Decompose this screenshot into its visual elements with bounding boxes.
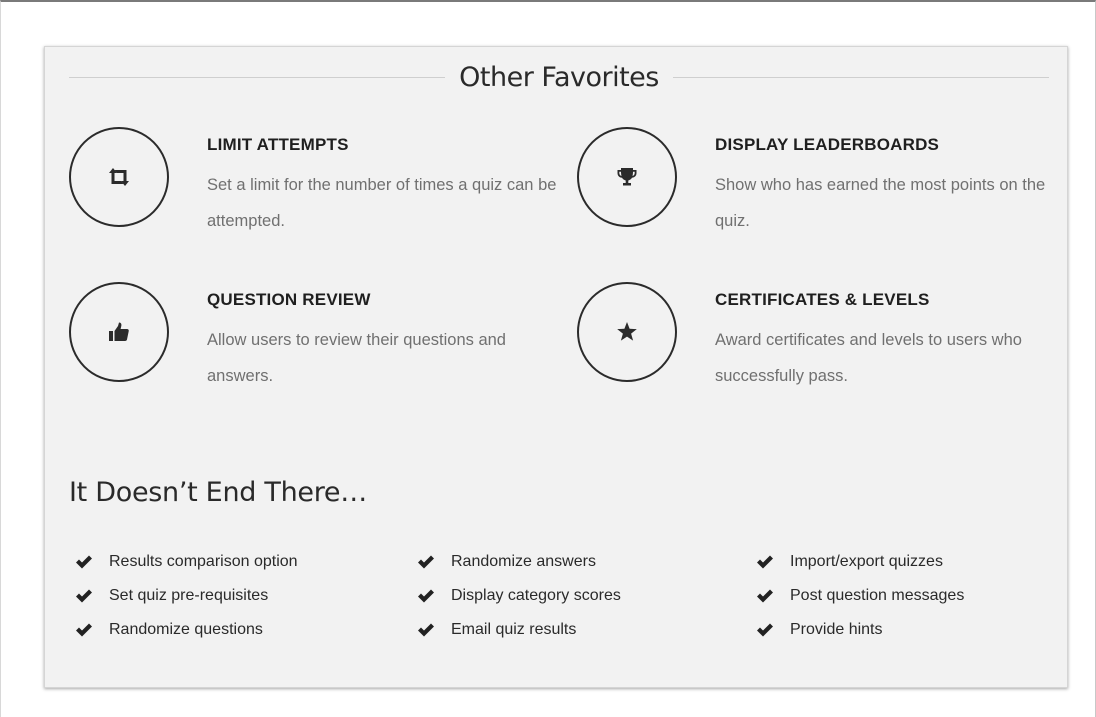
list-item-label: Randomize answers <box>451 553 596 570</box>
feature-description: Award certificates and levels to users w… <box>715 331 1022 385</box>
feature-icon-circle <box>577 282 677 382</box>
thumbs-up-icon <box>108 322 130 342</box>
feature-description: Allow users to review their questions an… <box>207 331 506 385</box>
list-item: Randomize questions <box>75 613 298 647</box>
checkmark-icon <box>75 554 93 570</box>
section-header-other-favorites: Other Favorites <box>69 55 1049 99</box>
feature-description: Set a limit for the number of times a qu… <box>207 176 557 230</box>
checkmark-icon <box>756 554 774 570</box>
feature-list-column-2: Randomize answers Display category score… <box>417 545 621 647</box>
list-item-label: Results comparison option <box>109 553 298 570</box>
features-panel: Other Favorites LIMIT ATTEMPTS Set a lim… <box>44 46 1068 688</box>
list-item: Set quiz pre-requisites <box>75 579 298 613</box>
list-item-label: Email quiz results <box>451 621 577 638</box>
feature-title: LIMIT ATTEMPTS <box>207 135 349 154</box>
trophy-icon <box>616 166 638 188</box>
checkmark-icon <box>417 554 435 570</box>
feature-icon-circle <box>69 127 169 227</box>
feature-title: CERTIFICATES & LEVELS <box>715 290 930 309</box>
list-item: Post question messages <box>756 579 964 613</box>
list-item: Import/export quizzes <box>756 545 964 579</box>
list-item-label: Display category scores <box>451 587 621 604</box>
feature-description: Show who has earned the most points on t… <box>715 176 1046 230</box>
star-icon <box>616 321 638 343</box>
checkmark-icon <box>75 588 93 604</box>
more-features-heading: It Doesn’t End There… <box>69 477 367 508</box>
feature-list-column-3: Import/export quizzes Post question mess… <box>756 545 964 647</box>
feature-display-leaderboards: DISPLAY LEADERBOARDS Show who has earned… <box>577 127 1057 267</box>
list-item: Display category scores <box>417 579 621 613</box>
checkmark-icon <box>756 622 774 638</box>
feature-title: DISPLAY LEADERBOARDS <box>715 135 940 154</box>
section-title: Other Favorites <box>459 61 659 93</box>
feature-question-review: QUESTION REVIEW Allow users to review th… <box>69 282 549 422</box>
list-item: Email quiz results <box>417 613 621 647</box>
list-item: Results comparison option <box>75 545 298 579</box>
list-item-label: Randomize questions <box>109 621 263 638</box>
list-item-label: Import/export quizzes <box>790 553 943 570</box>
checkmark-icon <box>75 622 93 638</box>
list-item: Provide hints <box>756 613 964 647</box>
list-item-label: Provide hints <box>790 621 883 638</box>
header-rule-right <box>672 76 1049 78</box>
list-item-label: Set quiz pre-requisites <box>109 587 269 604</box>
feature-limit-attempts: LIMIT ATTEMPTS Set a limit for the numbe… <box>69 127 556 267</box>
list-item: Randomize answers <box>417 545 621 579</box>
feature-certificates-levels: CERTIFICATES & LEVELS Award certificates… <box>577 282 1057 422</box>
header-rule-left <box>69 76 446 78</box>
checkmark-icon <box>756 588 774 604</box>
feature-icon-circle <box>577 127 677 227</box>
list-item-label: Post question messages <box>790 587 965 604</box>
page-frame: Other Favorites LIMIT ATTEMPTS Set a lim… <box>0 0 1096 717</box>
checkmark-icon <box>417 588 435 604</box>
retweet-icon <box>106 167 132 187</box>
feature-icon-circle <box>69 282 169 382</box>
checkmark-icon <box>417 622 435 638</box>
feature-list-column-1: Results comparison option Set quiz pre-r… <box>75 545 298 647</box>
feature-title: QUESTION REVIEW <box>207 290 371 309</box>
